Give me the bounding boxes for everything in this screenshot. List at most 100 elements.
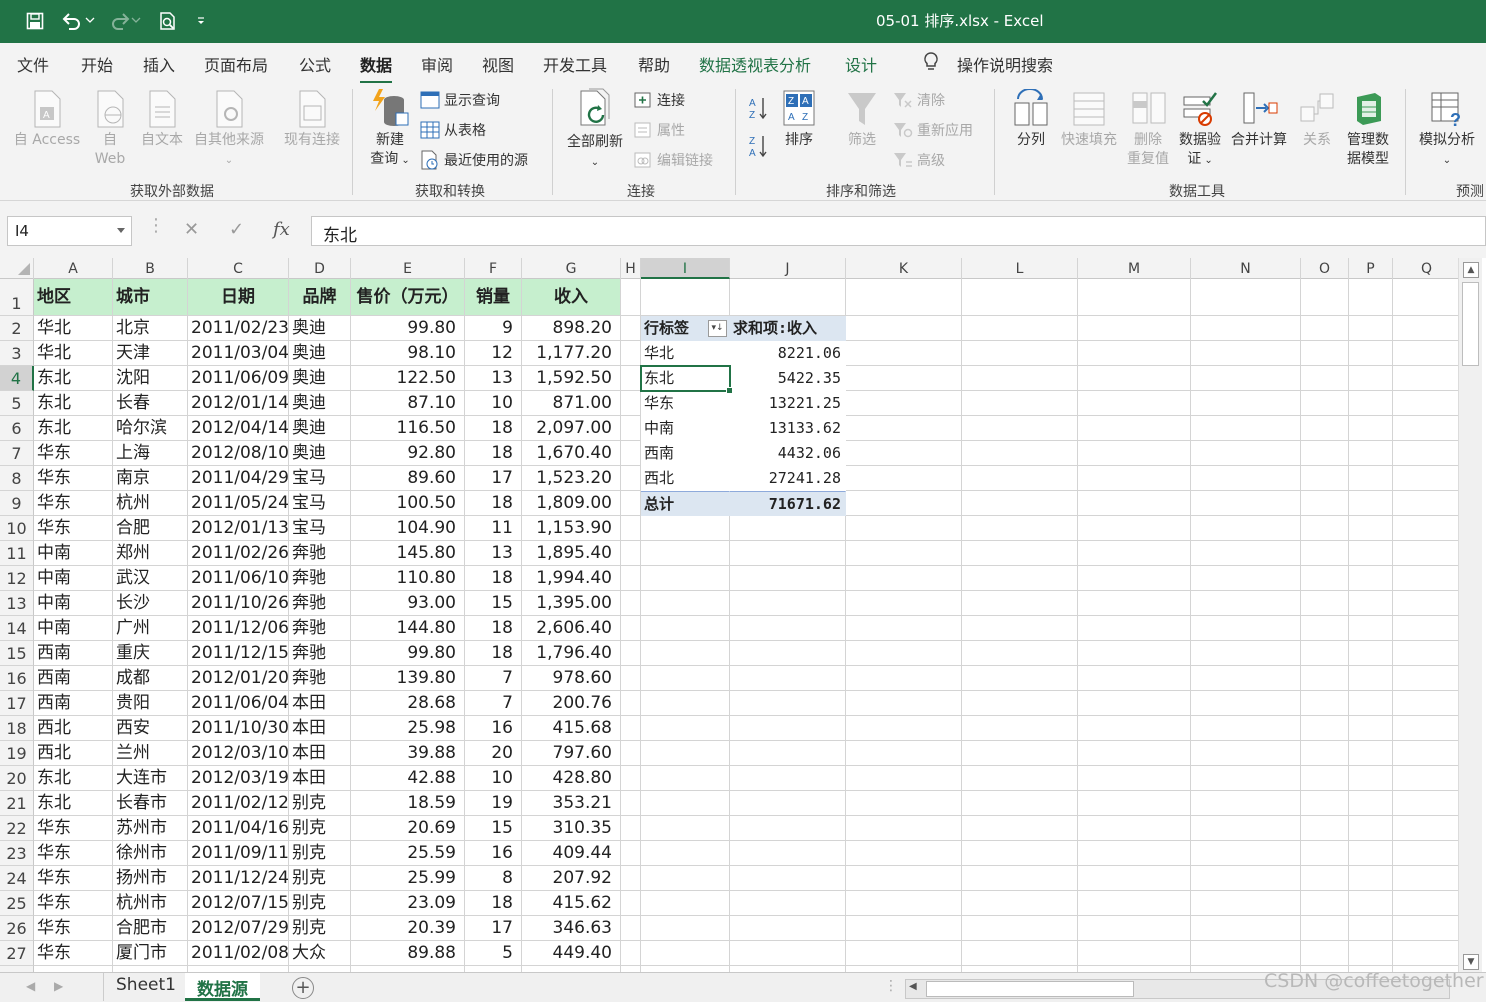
cell-k20[interactable] bbox=[846, 766, 962, 791]
cell-p19[interactable] bbox=[1349, 741, 1393, 766]
cell-f6[interactable]: 18 bbox=[465, 416, 522, 441]
row-header-23[interactable]: 23 bbox=[0, 841, 34, 866]
cell-q2[interactable] bbox=[1393, 316, 1458, 341]
cell-q16[interactable] bbox=[1393, 666, 1458, 691]
cell-m12[interactable] bbox=[1078, 566, 1191, 591]
cell-h10[interactable] bbox=[621, 516, 641, 541]
cell-m3[interactable] bbox=[1078, 341, 1191, 366]
cell-c18[interactable]: 2011/10/30 bbox=[188, 716, 289, 741]
cell-c11[interactable]: 2011/02/26 bbox=[188, 541, 289, 566]
cell-n12[interactable] bbox=[1191, 566, 1301, 591]
cancel-icon[interactable]: ✕ bbox=[184, 219, 199, 240]
advanced-filter-button[interactable]: 高级 bbox=[893, 149, 945, 171]
cell-b6[interactable]: 哈尔滨 bbox=[113, 416, 188, 441]
cell-n18[interactable] bbox=[1191, 716, 1301, 741]
cell-k15[interactable] bbox=[846, 641, 962, 666]
from-access-button[interactable]: A 自 Access bbox=[12, 89, 82, 150]
cell-f23[interactable]: 16 bbox=[465, 841, 522, 866]
cell-k6[interactable] bbox=[846, 416, 962, 441]
cell-a15[interactable]: 西南 bbox=[34, 641, 113, 666]
column-header-d[interactable]: D bbox=[289, 258, 351, 279]
cell-p25[interactable] bbox=[1349, 891, 1393, 916]
column-header-a[interactable]: A bbox=[34, 258, 113, 279]
pivot-row-label[interactable]: 华东 bbox=[641, 391, 730, 416]
cell-c9[interactable]: 2011/05/24 bbox=[188, 491, 289, 516]
cell-d4[interactable]: 奥迪 bbox=[289, 366, 351, 391]
column-header-n[interactable]: N bbox=[1191, 258, 1301, 279]
cell-h4[interactable] bbox=[621, 366, 641, 391]
cell-l5[interactable] bbox=[962, 391, 1078, 416]
cell-o13[interactable] bbox=[1301, 591, 1349, 616]
cell-i1[interactable] bbox=[641, 279, 730, 316]
remove-duplicates-button[interactable]: 删除 重复值 bbox=[1124, 89, 1172, 169]
add-sheet-icon[interactable]: + bbox=[292, 977, 314, 999]
cell-n24[interactable] bbox=[1191, 866, 1301, 891]
cell-b21[interactable]: 长春市 bbox=[113, 791, 188, 816]
cell-n4[interactable] bbox=[1191, 366, 1301, 391]
cell-d12[interactable]: 奔驰 bbox=[289, 566, 351, 591]
cell-b19[interactable]: 兰州 bbox=[113, 741, 188, 766]
row-header-22[interactable]: 22 bbox=[0, 816, 34, 841]
column-header-l[interactable]: L bbox=[962, 258, 1078, 279]
tab-view[interactable]: 视图 bbox=[482, 52, 514, 76]
cell-c12[interactable]: 2011/06/10 bbox=[188, 566, 289, 591]
cell-f26[interactable]: 17 bbox=[465, 916, 522, 941]
cell-d2[interactable]: 奥迪 bbox=[289, 316, 351, 341]
cell-m27[interactable] bbox=[1078, 941, 1191, 966]
row-header-19[interactable]: 19 bbox=[0, 741, 34, 766]
cell-l19[interactable] bbox=[962, 741, 1078, 766]
cell-q22[interactable] bbox=[1393, 816, 1458, 841]
cell-m15[interactable] bbox=[1078, 641, 1191, 666]
row-header-20[interactable]: 20 bbox=[0, 766, 34, 791]
select-all-corner[interactable] bbox=[0, 258, 34, 279]
cell-e2[interactable]: 99.80 bbox=[351, 316, 465, 341]
cell-k21[interactable] bbox=[846, 791, 962, 816]
cell-k12[interactable] bbox=[846, 566, 962, 591]
cell-m17[interactable] bbox=[1078, 691, 1191, 716]
cell-c16[interactable]: 2012/01/20 bbox=[188, 666, 289, 691]
cell-e5[interactable]: 87.10 bbox=[351, 391, 465, 416]
cell-d8[interactable]: 宝马 bbox=[289, 466, 351, 491]
row-header-3[interactable]: 3 bbox=[0, 341, 34, 366]
cell-n15[interactable] bbox=[1191, 641, 1301, 666]
cell-o24[interactable] bbox=[1301, 866, 1349, 891]
cell-m16[interactable] bbox=[1078, 666, 1191, 691]
cell-l9[interactable] bbox=[962, 491, 1078, 516]
cell-m4[interactable] bbox=[1078, 366, 1191, 391]
cell-f11[interactable]: 13 bbox=[465, 541, 522, 566]
cell-a14[interactable]: 中南 bbox=[34, 616, 113, 641]
customize-qat-icon[interactable] bbox=[192, 8, 210, 34]
cell-p27[interactable] bbox=[1349, 941, 1393, 966]
cell-l2[interactable] bbox=[962, 316, 1078, 341]
tab-developer[interactable]: 开发工具 bbox=[543, 52, 607, 76]
cell-q9[interactable] bbox=[1393, 491, 1458, 516]
cell-f12[interactable]: 18 bbox=[465, 566, 522, 591]
cell-k27[interactable] bbox=[846, 941, 962, 966]
cell-a2[interactable]: 华北 bbox=[34, 316, 113, 341]
cell-l18[interactable] bbox=[962, 716, 1078, 741]
cell-e6[interactable]: 116.50 bbox=[351, 416, 465, 441]
cell-d17[interactable]: 本田 bbox=[289, 691, 351, 716]
cell-n22[interactable] bbox=[1191, 816, 1301, 841]
cell-b25[interactable]: 杭州市 bbox=[113, 891, 188, 916]
cell-h11[interactable] bbox=[621, 541, 641, 566]
cell-g17[interactable]: 200.76 bbox=[522, 691, 621, 716]
cell-f2[interactable]: 9 bbox=[465, 316, 522, 341]
cell-p17[interactable] bbox=[1349, 691, 1393, 716]
cell-b17[interactable]: 贵阳 bbox=[113, 691, 188, 716]
cell-b18[interactable]: 西安 bbox=[113, 716, 188, 741]
cell-a18[interactable]: 西北 bbox=[34, 716, 113, 741]
cell-c13[interactable]: 2011/10/26 bbox=[188, 591, 289, 616]
cell-a27[interactable]: 华东 bbox=[34, 941, 113, 966]
cell-l6[interactable] bbox=[962, 416, 1078, 441]
cell-o11[interactable] bbox=[1301, 541, 1349, 566]
cell-j19[interactable] bbox=[730, 741, 846, 766]
row-header-8[interactable]: 8 bbox=[0, 466, 34, 491]
cell-c1[interactable]: 日期 bbox=[188, 279, 289, 316]
cell-a3[interactable]: 华北 bbox=[34, 341, 113, 366]
cell-a8[interactable]: 华东 bbox=[34, 466, 113, 491]
cell-l22[interactable] bbox=[962, 816, 1078, 841]
cell-k16[interactable] bbox=[846, 666, 962, 691]
cell-i20[interactable] bbox=[641, 766, 730, 791]
cell-h12[interactable] bbox=[621, 566, 641, 591]
